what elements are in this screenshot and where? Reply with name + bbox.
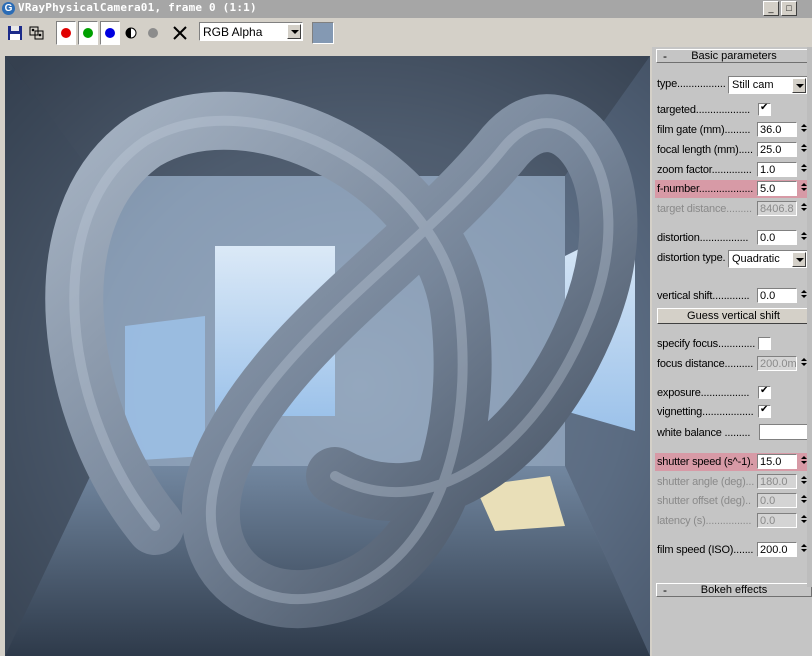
distortion-row: distortion................. 0.0 — [655, 229, 812, 247]
panel-scrollbar[interactable] — [807, 47, 812, 587]
guess-vertical-shift-button[interactable]: Guess vertical shift — [657, 308, 810, 324]
exposure-row: exposure................. — [655, 384, 812, 402]
latency-row: latency (s)................ 0.0 — [655, 512, 812, 530]
specify-focus-checkbox[interactable] — [758, 337, 771, 350]
focus-distance-row: focus distance.......... 200.0m — [655, 355, 812, 373]
targeted-row: targeted................... — [655, 101, 812, 119]
focus-distance-input: 200.0m — [757, 356, 797, 371]
focal-length-input[interactable]: 25.0 — [757, 142, 797, 157]
render-viewport[interactable] — [5, 56, 650, 656]
channel-select-value: RGB Alpha — [203, 25, 263, 39]
save-icon[interactable] — [6, 24, 24, 42]
white-balance-swatch[interactable] — [759, 424, 812, 440]
shutter-speed-row: shutter speed (s^-1). 15.0 — [655, 453, 812, 471]
vertical-shift-input[interactable]: 0.0 — [757, 288, 797, 303]
zoom-factor-row: zoom factor.............. 1.0 — [655, 161, 812, 179]
maximize-button[interactable]: □ — [781, 1, 797, 16]
minimize-button[interactable]: _ — [763, 1, 779, 16]
zoom-factor-input[interactable]: 1.0 — [757, 162, 797, 177]
type-row: type................. Still cam — [655, 75, 812, 94]
focal-length-row: focal length (mm)..... 25.0 — [655, 141, 812, 159]
mono-icon[interactable] — [144, 24, 162, 42]
target-distance-row: target distance......... 8406.8 — [655, 200, 812, 218]
window-title: VRayPhysicalCamera01, frame 0 (1:1) — [18, 1, 257, 14]
red-channel-icon[interactable] — [56, 21, 76, 45]
channel-select[interactable]: RGB Alpha — [199, 22, 303, 41]
vertical-shift-row: vertical shift............. 0.0 — [655, 287, 812, 305]
chevron-down-icon[interactable] — [792, 78, 806, 93]
blue-channel-icon[interactable] — [100, 21, 120, 45]
render-image — [5, 56, 650, 656]
film-gate-row: film gate (mm)......... 36.0 — [655, 121, 812, 139]
shutter-angle-input: 180.0 — [757, 474, 797, 489]
target-distance-input: 8406.8 — [757, 201, 797, 216]
bokeh-effects-rollout[interactable]: - Bokeh effects — [656, 583, 812, 597]
f-number-row: f-number................... 5.0 — [655, 180, 812, 198]
shutter-angle-row: shutter angle (deg)... 180.0 — [655, 473, 812, 491]
chevron-down-icon[interactable] — [287, 24, 301, 39]
background-color-swatch[interactable] — [312, 22, 334, 44]
chevron-down-icon[interactable] — [792, 252, 806, 267]
specify-focus-row: specify focus............. — [655, 335, 812, 353]
alpha-toggle-icon[interactable] — [122, 24, 140, 42]
clear-icon[interactable] — [171, 24, 189, 42]
green-channel-icon[interactable] — [78, 21, 98, 45]
title-bar: G VRayPhysicalCamera01, frame 0 (1:1) _ … — [0, 0, 812, 18]
film-speed-input[interactable]: 200.0 — [757, 542, 797, 557]
parameters-panel: - Basic parameters type.................… — [652, 47, 812, 656]
shutter-offset-row: shutter offset (deg).. 0.0 — [655, 492, 812, 510]
clone-icon[interactable] — [28, 24, 46, 42]
type-select[interactable]: Still cam — [728, 76, 808, 94]
targeted-checkbox[interactable] — [758, 102, 771, 116]
exposure-checkbox[interactable] — [758, 385, 771, 399]
distortion-type-row: distortion type. Quadratic — [655, 249, 812, 268]
basic-parameters-rollout[interactable]: - Basic parameters — [656, 49, 812, 63]
render-toolbar — [0, 18, 812, 48]
film-gate-input[interactable]: 36.0 — [757, 122, 797, 137]
shutter-offset-input: 0.0 — [757, 493, 797, 508]
vignetting-checkbox[interactable] — [758, 404, 771, 418]
vignetting-row: vignetting.................. — [655, 403, 812, 421]
film-speed-row: film speed (ISO)....... 200.0 — [655, 541, 812, 559]
distortion-input[interactable]: 0.0 — [757, 230, 797, 245]
shutter-speed-input[interactable]: 15.0 — [757, 454, 797, 469]
white-balance-row: white balance ......... — [655, 424, 812, 442]
vray-app-icon: G — [2, 2, 15, 15]
latency-input: 0.0 — [757, 513, 797, 528]
distortion-type-select[interactable]: Quadratic — [728, 250, 808, 268]
f-number-input[interactable]: 5.0 — [757, 181, 797, 196]
